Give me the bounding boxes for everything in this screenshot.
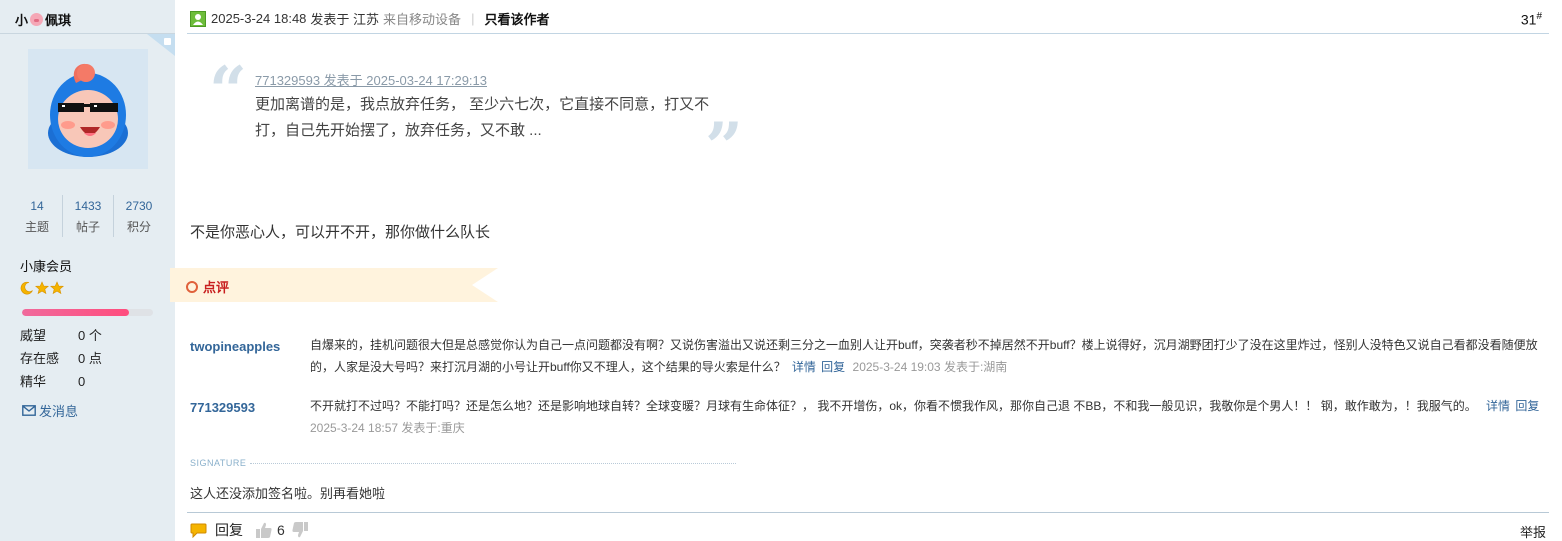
comment-text: 不开就打不过吗？不能打吗？还是怎么地？还是影响地球自转？全球变暖？月球有生命体征… [310, 395, 1555, 439]
mail-icon [22, 405, 36, 416]
post-location: 发表于 江苏 [310, 12, 380, 27]
stat-topics[interactable]: 14 主题 [12, 195, 62, 237]
post-header: 2025-3-24 18:48 发表于 江苏 来自移动设备 | 只看该作者 [190, 9, 549, 28]
like-count: 6 [277, 522, 285, 538]
username[interactable]: 小 佩琪 [15, 10, 71, 29]
reply-button[interactable]: 回复 [215, 520, 243, 540]
comment-detail-link[interactable]: 详情 [792, 360, 816, 374]
thumb-up-icon[interactable] [255, 521, 273, 539]
thumb-down-icon[interactable] [291, 521, 309, 539]
comment-author[interactable]: twopineapples [190, 339, 280, 354]
dianping-title: 点评 [186, 277, 229, 296]
signature-label: SIGNATURE [190, 458, 247, 468]
stat-points[interactable]: 2730 积分 [113, 195, 164, 237]
floor-value: 31 [1520, 11, 1537, 28]
send-message-link[interactable]: 发消息 [22, 401, 78, 420]
pig-icon [30, 13, 44, 26]
post-datetime: 2025-3-24 18:48 [211, 11, 307, 26]
post-device: 来自移动设备 [383, 12, 462, 27]
comment-body: 不开就打不过吗？不能打吗？还是怎么地？还是影响地球自转？全球变暖？月球有生命体征… [310, 399, 1477, 413]
user-grade[interactable]: 小康会员 [20, 256, 72, 275]
comment-text: 自爆来的，挂机问题很大但是总感觉你认为自己一点问题都没有啊？又说伤害溢出又说还剩… [310, 334, 1555, 378]
dianping-banner: 点评 [170, 268, 498, 302]
floor-number[interactable]: 31# [1521, 11, 1542, 28]
comment-meta: 2025-3-24 19:03 发表于:湖南 [852, 360, 1008, 374]
user-prop-digest: 精华 0 [20, 371, 85, 390]
dianping-label: 点评 [203, 280, 230, 295]
quote-text: 更加离谱的是，我点放弃任务， 至少六七次，它直接不同意，打又不打，自己先开始摆了… [255, 96, 710, 139]
username-part1: 小 [15, 13, 29, 28]
stat-value: 2730 [125, 199, 153, 213]
star-icon [50, 281, 64, 295]
header-separator: | [471, 11, 475, 26]
prop-key: 精华 [20, 374, 47, 389]
user-stats: 14 主题 1433 帖子 2730 积分 [12, 195, 164, 237]
stat-value: 14 [30, 199, 44, 213]
signature-divider [250, 463, 736, 464]
quote-meta-link[interactable]: 771329593 发表于 2025-03-24 17:29:13 [255, 70, 487, 89]
moon-icon [20, 281, 33, 295]
footer-divider [187, 512, 1549, 513]
comment-meta: 2025-3-24 18:57 发表于:重庆 [310, 421, 465, 435]
quote-close-icon: ” [705, 108, 743, 186]
corner-badge-icon [147, 34, 175, 56]
floor-mark: # [1536, 11, 1542, 22]
stat-label: 帖子 [75, 220, 100, 234]
post-main: 2025-3-24 18:48 发表于 江苏 来自移动设备 | 只看该作者 31… [170, 0, 1562, 541]
only-author-link[interactable]: 只看该作者 [484, 9, 549, 28]
comment-reply-link[interactable]: 回复 [1515, 399, 1539, 413]
avatar[interactable] [28, 49, 148, 169]
report-button[interactable]: 举报 [1520, 522, 1546, 541]
quote-block: “ 771329593 发表于 2025-03-24 17:29:13 更加离谱… [209, 58, 743, 180]
prop-value: 0 [78, 374, 86, 389]
post-actions: 回复 6 [190, 520, 309, 540]
prop-key: 威望 [20, 328, 47, 343]
star-icon [35, 281, 49, 295]
comment-detail-link[interactable]: 详情 [1486, 399, 1510, 413]
prop-value: 0 点 [78, 351, 102, 366]
send-message-label: 发消息 [39, 404, 79, 419]
user-prop-presence: 存在感 0 点 [20, 348, 102, 367]
ring-icon [186, 280, 198, 293]
header-divider [187, 33, 1549, 34]
prop-key: 存在感 [20, 351, 60, 366]
quote-open-icon: “ [209, 52, 247, 130]
stat-label: 主题 [24, 220, 49, 234]
comment-icon[interactable] [190, 523, 207, 538]
stat-value: 1433 [74, 199, 102, 213]
level-stars [20, 281, 64, 295]
user-prop-prestige: 威望 0 个 [20, 325, 102, 344]
avatar-icon [48, 63, 128, 157]
level-progress-bar [22, 309, 153, 316]
user-icon [190, 10, 206, 27]
signature-text: 这人还没添加签名啦。别再看她啦 [190, 486, 386, 501]
user-sidebar: 小 佩琪 14 主题 1433 帖子 2730 积分 小康会员 威望 0 个 存… [0, 0, 175, 541]
comment-reply-link[interactable]: 回复 [821, 360, 845, 374]
comment-author[interactable]: 771329593 [190, 400, 255, 415]
prop-value: 0 个 [78, 328, 102, 343]
username-part2: 佩琪 [45, 13, 72, 28]
stat-posts[interactable]: 1433 帖子 [62, 195, 113, 237]
post-body: 不是你恶心人，可以开不开，那你做什么队长 [190, 224, 491, 241]
stat-label: 积分 [126, 220, 151, 234]
level-progress-fill [22, 309, 130, 316]
